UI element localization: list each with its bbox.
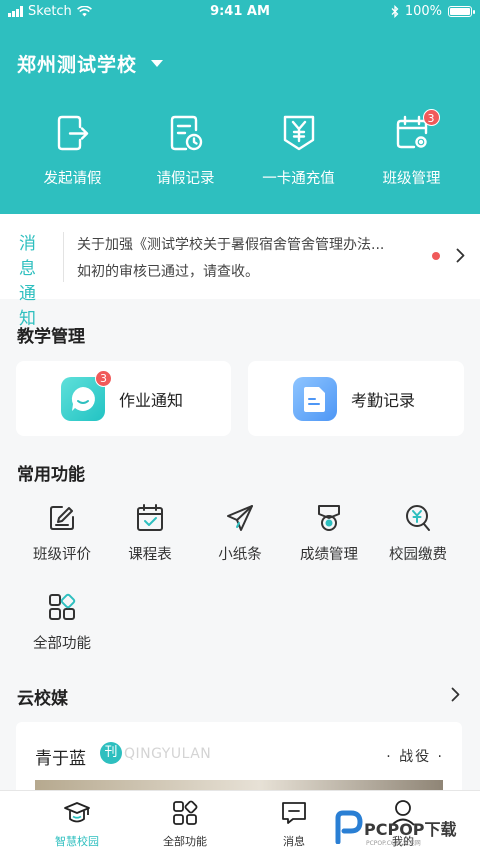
function-label: 成绩管理 bbox=[300, 547, 358, 563]
attendance-doc-icon bbox=[293, 376, 337, 421]
tab-all-functions[interactable]: 全部功能 bbox=[140, 799, 230, 849]
function-note[interactable]: 小纸条 bbox=[195, 503, 285, 564]
header: Sketch 9:41 AM 100% 郑州测试学校 发起请假 请假记录 一卡通… bbox=[0, 0, 480, 214]
notification-badge: 3 bbox=[95, 369, 112, 387]
function-label: 小纸条 bbox=[218, 547, 262, 563]
graduation-cap-icon bbox=[63, 799, 91, 827]
section-title-teaching: 教学管理 bbox=[17, 327, 85, 347]
card-label: 作业通知 bbox=[119, 390, 184, 410]
watermark-text: PCPOP下载 bbox=[364, 820, 457, 839]
message-icon bbox=[280, 799, 308, 827]
media-en-name: QINGYULAN bbox=[124, 746, 212, 762]
bluetooth-icon bbox=[391, 5, 399, 18]
media-category: · 战役 · bbox=[386, 749, 444, 765]
card-recharge-icon bbox=[279, 113, 319, 153]
watermark: PCPOP下载 PCPOP.COM 泡泡网 bbox=[330, 806, 480, 847]
tab-label: 消息 bbox=[283, 835, 305, 848]
chevron-right-icon[interactable] bbox=[451, 687, 460, 702]
function-label: 校园缴费 bbox=[389, 547, 447, 563]
battery-icon bbox=[448, 6, 475, 17]
divider bbox=[63, 232, 64, 282]
quick-action-label: 发起请假 bbox=[43, 171, 102, 187]
media-name: 青于蓝 bbox=[35, 749, 86, 769]
tab-label: 智慧校园 bbox=[55, 835, 99, 848]
notification-badge: 3 bbox=[422, 109, 440, 126]
edit-icon bbox=[47, 503, 77, 533]
notice-tag: 消息通知 bbox=[19, 234, 38, 329]
function-label: 全部功能 bbox=[33, 636, 91, 652]
quick-action-card-recharge[interactable]: 一卡通充值 bbox=[242, 113, 355, 188]
tab-smart-campus[interactable]: 智慧校园 bbox=[32, 799, 122, 849]
quick-action-class-manage[interactable]: 3 班级管理 bbox=[355, 109, 468, 188]
quick-action-leave-record[interactable]: 请假记录 bbox=[129, 113, 242, 188]
homework-chat-icon: 3 bbox=[61, 369, 112, 421]
function-campus-payment[interactable]: 校园缴费 bbox=[373, 503, 463, 564]
calendar-check-icon bbox=[135, 503, 165, 533]
watermark-subtext: PCPOP.COM 泡泡网 bbox=[366, 840, 421, 847]
card-label: 考勤记录 bbox=[351, 390, 416, 410]
quick-action-label: 一卡通充值 bbox=[262, 171, 335, 187]
function-schedule[interactable]: 课程表 bbox=[105, 503, 195, 564]
quick-action-label: 班级管理 bbox=[382, 171, 441, 187]
school-selector[interactable]: 郑州测试学校 bbox=[17, 50, 164, 77]
grid-icon bbox=[47, 592, 77, 622]
status-bar: Sketch 9:41 AM 100% bbox=[0, 0, 480, 24]
function-grades[interactable]: 成绩管理 bbox=[284, 503, 374, 564]
status-right: 100% bbox=[391, 4, 475, 19]
battery-label: 100% bbox=[404, 4, 442, 19]
paper-plane-icon bbox=[225, 503, 255, 533]
section-title-media: 云校媒 bbox=[17, 689, 68, 709]
quick-actions: 发起请假 请假记录 一卡通充值 3 班级管理 bbox=[0, 109, 480, 188]
function-label: 课程表 bbox=[128, 547, 172, 563]
function-all[interactable]: 全部功能 bbox=[17, 592, 107, 653]
homework-notice-card[interactable]: 3 作业通知 bbox=[16, 361, 231, 436]
grid-icon bbox=[171, 799, 199, 827]
watermark-logo-icon bbox=[335, 810, 363, 844]
function-label: 班级评价 bbox=[33, 547, 91, 563]
medal-icon bbox=[314, 503, 344, 533]
yuan-search-icon bbox=[403, 503, 433, 533]
quick-action-label: 请假记录 bbox=[156, 171, 215, 187]
leave-record-icon bbox=[166, 113, 206, 153]
quick-action-leave-request[interactable]: 发起请假 bbox=[16, 113, 129, 188]
tab-messages[interactable]: 消息 bbox=[249, 799, 339, 849]
notice-bar[interactable]: 消息通知 关于加强《测试学校关于暑假宿舍管舍管理办法... 如初的审核已通过，请… bbox=[0, 214, 480, 329]
function-class-evaluation[interactable]: 班级评价 bbox=[17, 503, 107, 564]
notice-line-2: 如初的审核已通过，请查收。 bbox=[77, 264, 259, 280]
unread-dot-icon bbox=[432, 252, 440, 260]
notice-line-1: 关于加强《测试学校关于暑假宿舍管舍管理办法... bbox=[77, 237, 385, 253]
media-logo: 刊 bbox=[100, 742, 122, 764]
leave-request-icon bbox=[53, 113, 93, 153]
section-title-common: 常用功能 bbox=[17, 465, 85, 485]
caret-down-icon bbox=[151, 60, 164, 67]
class-manage-icon: 3 bbox=[392, 109, 440, 153]
school-name: 郑州测试学校 bbox=[17, 54, 138, 76]
tab-label: 全部功能 bbox=[163, 835, 207, 848]
attendance-record-card[interactable]: 考勤记录 bbox=[248, 361, 464, 436]
chevron-right-icon[interactable] bbox=[456, 248, 465, 263]
